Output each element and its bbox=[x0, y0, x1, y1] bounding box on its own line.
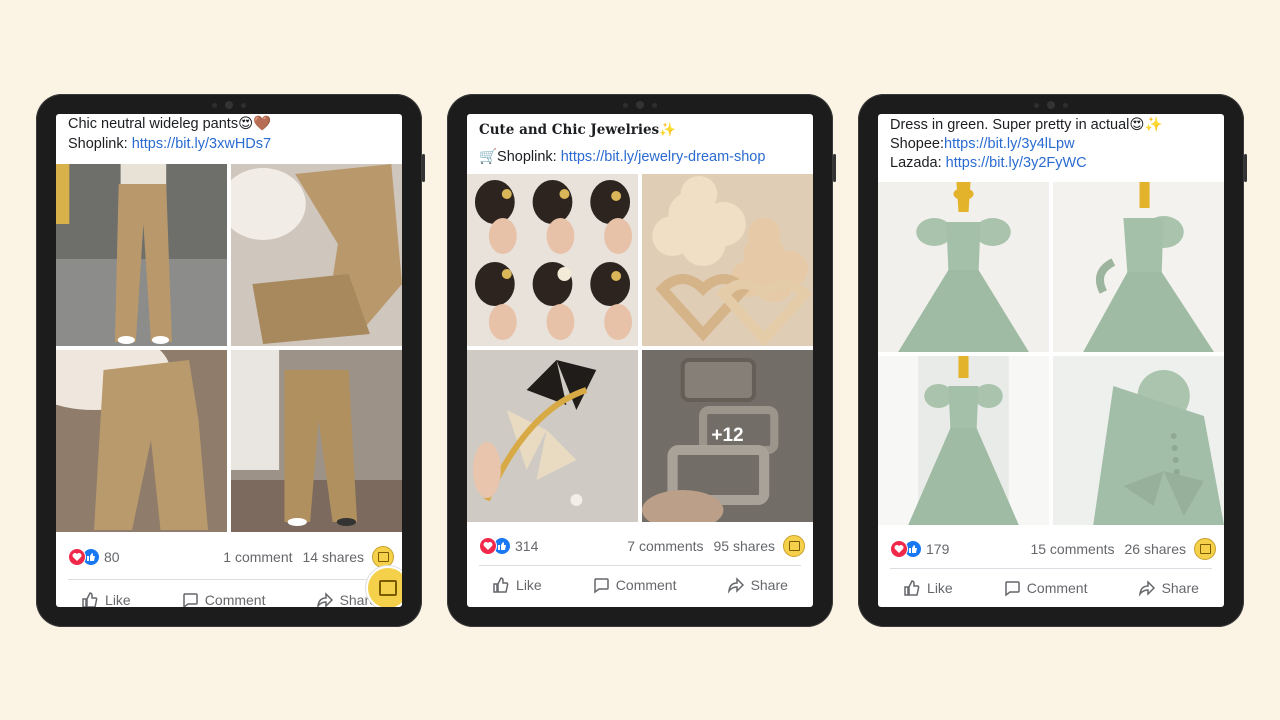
photo-grid bbox=[56, 164, 402, 532]
comment-bubble-icon bbox=[1005, 581, 1020, 597]
share-arrow-icon bbox=[316, 592, 333, 607]
comment-button[interactable]: Comment bbox=[592, 576, 677, 594]
photo-pants-model[interactable] bbox=[56, 164, 227, 346]
like-label: Like bbox=[105, 592, 131, 607]
gift-coin-icon[interactable] bbox=[372, 546, 394, 568]
thumbs-up-icon bbox=[904, 580, 920, 596]
photo-dress-window[interactable] bbox=[878, 356, 1049, 525]
tablet-frame-3: Dress in green. Super pretty in actual😍✨… bbox=[858, 94, 1247, 627]
reaction-icons[interactable]: 179 bbox=[890, 540, 949, 558]
like-button[interactable]: Like bbox=[81, 591, 131, 607]
post-stats: 80 1 comment 14 shares bbox=[68, 546, 394, 568]
gift-coin-icon[interactable] bbox=[1194, 538, 1216, 560]
photo-claw-clips[interactable]: +12 bbox=[642, 350, 813, 522]
shop-link[interactable]: https://bit.ly/3xwHDs7 bbox=[132, 136, 271, 152]
lazada-link[interactable]: https://bit.ly/3y2FyWC bbox=[946, 155, 1087, 171]
reaction-count: 179 bbox=[926, 541, 950, 557]
share-button[interactable]: Share bbox=[1138, 579, 1199, 597]
side-button bbox=[1244, 154, 1247, 182]
caption-label-shopee: Shopee: bbox=[890, 136, 945, 152]
reaction-icons[interactable]: 80 bbox=[68, 548, 120, 566]
photo-pants-folded[interactable] bbox=[231, 164, 402, 346]
comment-label: Comment bbox=[204, 592, 266, 607]
post-stats: 314 7 comments 95 shares bbox=[479, 535, 805, 557]
comment-label: Comment bbox=[615, 577, 677, 593]
post-actions: Like Comment Share bbox=[56, 591, 402, 607]
share-arrow-icon bbox=[727, 577, 744, 594]
post-3: Dress in green. Super pretty in actual😍✨… bbox=[878, 114, 1224, 607]
love-reaction-icon bbox=[479, 537, 497, 555]
reaction-icons[interactable]: 314 bbox=[479, 537, 538, 555]
divider bbox=[479, 565, 801, 566]
divider bbox=[68, 579, 390, 580]
photo-bow-clips[interactable] bbox=[467, 350, 638, 522]
camera-bar bbox=[212, 101, 246, 109]
post-actions: Like Comment Share bbox=[467, 576, 813, 594]
post-stats: 179 15 comments 26 shares bbox=[890, 538, 1216, 560]
share-label: Share bbox=[750, 577, 788, 593]
comment-button[interactable]: Comment bbox=[1003, 579, 1088, 597]
gift-coin-icon[interactable] bbox=[783, 535, 805, 557]
caption-label: 🛒Shoplink: bbox=[479, 149, 561, 165]
divider bbox=[890, 568, 1212, 569]
share-label: Share bbox=[1161, 580, 1199, 596]
post-actions: Like Comment Share bbox=[878, 579, 1224, 597]
gift-icon bbox=[379, 580, 397, 596]
share-count[interactable]: 14 shares bbox=[303, 549, 364, 565]
comment-bubble-icon bbox=[594, 578, 609, 594]
thumbs-up-icon bbox=[493, 577, 509, 593]
camera-bar bbox=[1034, 101, 1068, 109]
post-caption: Chic neutral wideleg pants😍🤎 Shoplink: h… bbox=[56, 114, 402, 154]
like-button[interactable]: Like bbox=[903, 579, 953, 597]
comment-count[interactable]: 15 comments bbox=[1030, 541, 1114, 557]
side-button bbox=[833, 154, 836, 182]
caption-label: Shoplink: bbox=[68, 136, 132, 152]
photo-pants-street[interactable] bbox=[231, 350, 402, 532]
side-button bbox=[422, 154, 425, 182]
comment-label: Comment bbox=[1026, 580, 1088, 596]
photo-dress-front[interactable] bbox=[878, 182, 1049, 352]
photo-flower-heart-clips[interactable] bbox=[642, 174, 813, 346]
comment-bubble-icon bbox=[183, 593, 198, 607]
share-arrow-icon bbox=[1138, 580, 1155, 597]
photo-dress-side[interactable] bbox=[1053, 182, 1224, 352]
shop-link[interactable]: https://bit.ly/jewelry-dream-shop bbox=[561, 149, 766, 165]
photo-pants-flatlay[interactable] bbox=[56, 350, 227, 532]
comment-count[interactable]: 7 comments bbox=[627, 538, 703, 554]
caption-text: Chic neutral wideleg pants😍🤎 bbox=[68, 116, 272, 132]
more-photos-overlay[interactable]: +12 bbox=[642, 350, 813, 522]
share-count[interactable]: 26 shares bbox=[1125, 541, 1186, 557]
like-button[interactable]: Like bbox=[492, 576, 542, 594]
tablet-frame-2: Cute and Chic Jewelries✨ 🛒Shoplink: http… bbox=[447, 94, 836, 627]
post-2: Cute and Chic Jewelries✨ 🛒Shoplink: http… bbox=[467, 114, 813, 607]
share-button[interactable]: Share bbox=[727, 576, 788, 594]
post-caption: Dress in green. Super pretty in actual😍✨… bbox=[878, 116, 1224, 173]
caption-text: Dress in green. Super pretty in actual😍✨ bbox=[890, 117, 1163, 133]
like-label: Like bbox=[516, 577, 542, 593]
photo-grid bbox=[878, 182, 1224, 525]
floating-gift-button[interactable] bbox=[366, 566, 402, 607]
photo-grid: +12 bbox=[467, 174, 813, 522]
shopee-link[interactable]: https://bit.ly/3y4lLpw bbox=[944, 136, 1075, 152]
tablet-frame-1: Chic neutral wideleg pants😍🤎 Shoplink: h… bbox=[36, 94, 425, 627]
comment-button[interactable]: Comment bbox=[181, 591, 266, 607]
comment-count[interactable]: 1 comment bbox=[223, 549, 292, 565]
camera-bar bbox=[623, 101, 657, 109]
thumbs-up-icon bbox=[82, 592, 98, 607]
photo-dress-back-detail[interactable] bbox=[1053, 356, 1224, 525]
reaction-count: 80 bbox=[104, 549, 120, 565]
like-label: Like bbox=[927, 580, 953, 596]
caption-label-lazada: Lazada: bbox=[890, 155, 946, 171]
post-caption: Cute and Chic Jewelries✨ 🛒Shoplink: http… bbox=[467, 118, 813, 169]
photo-hair-clips-models[interactable] bbox=[467, 174, 638, 346]
post-1: Chic neutral wideleg pants😍🤎 Shoplink: h… bbox=[56, 114, 402, 607]
love-reaction-icon bbox=[68, 548, 86, 566]
caption-text: Cute and Chic Jewelries✨ bbox=[479, 122, 676, 138]
love-reaction-icon bbox=[890, 540, 908, 558]
share-count[interactable]: 95 shares bbox=[714, 538, 775, 554]
reaction-count: 314 bbox=[515, 538, 539, 554]
